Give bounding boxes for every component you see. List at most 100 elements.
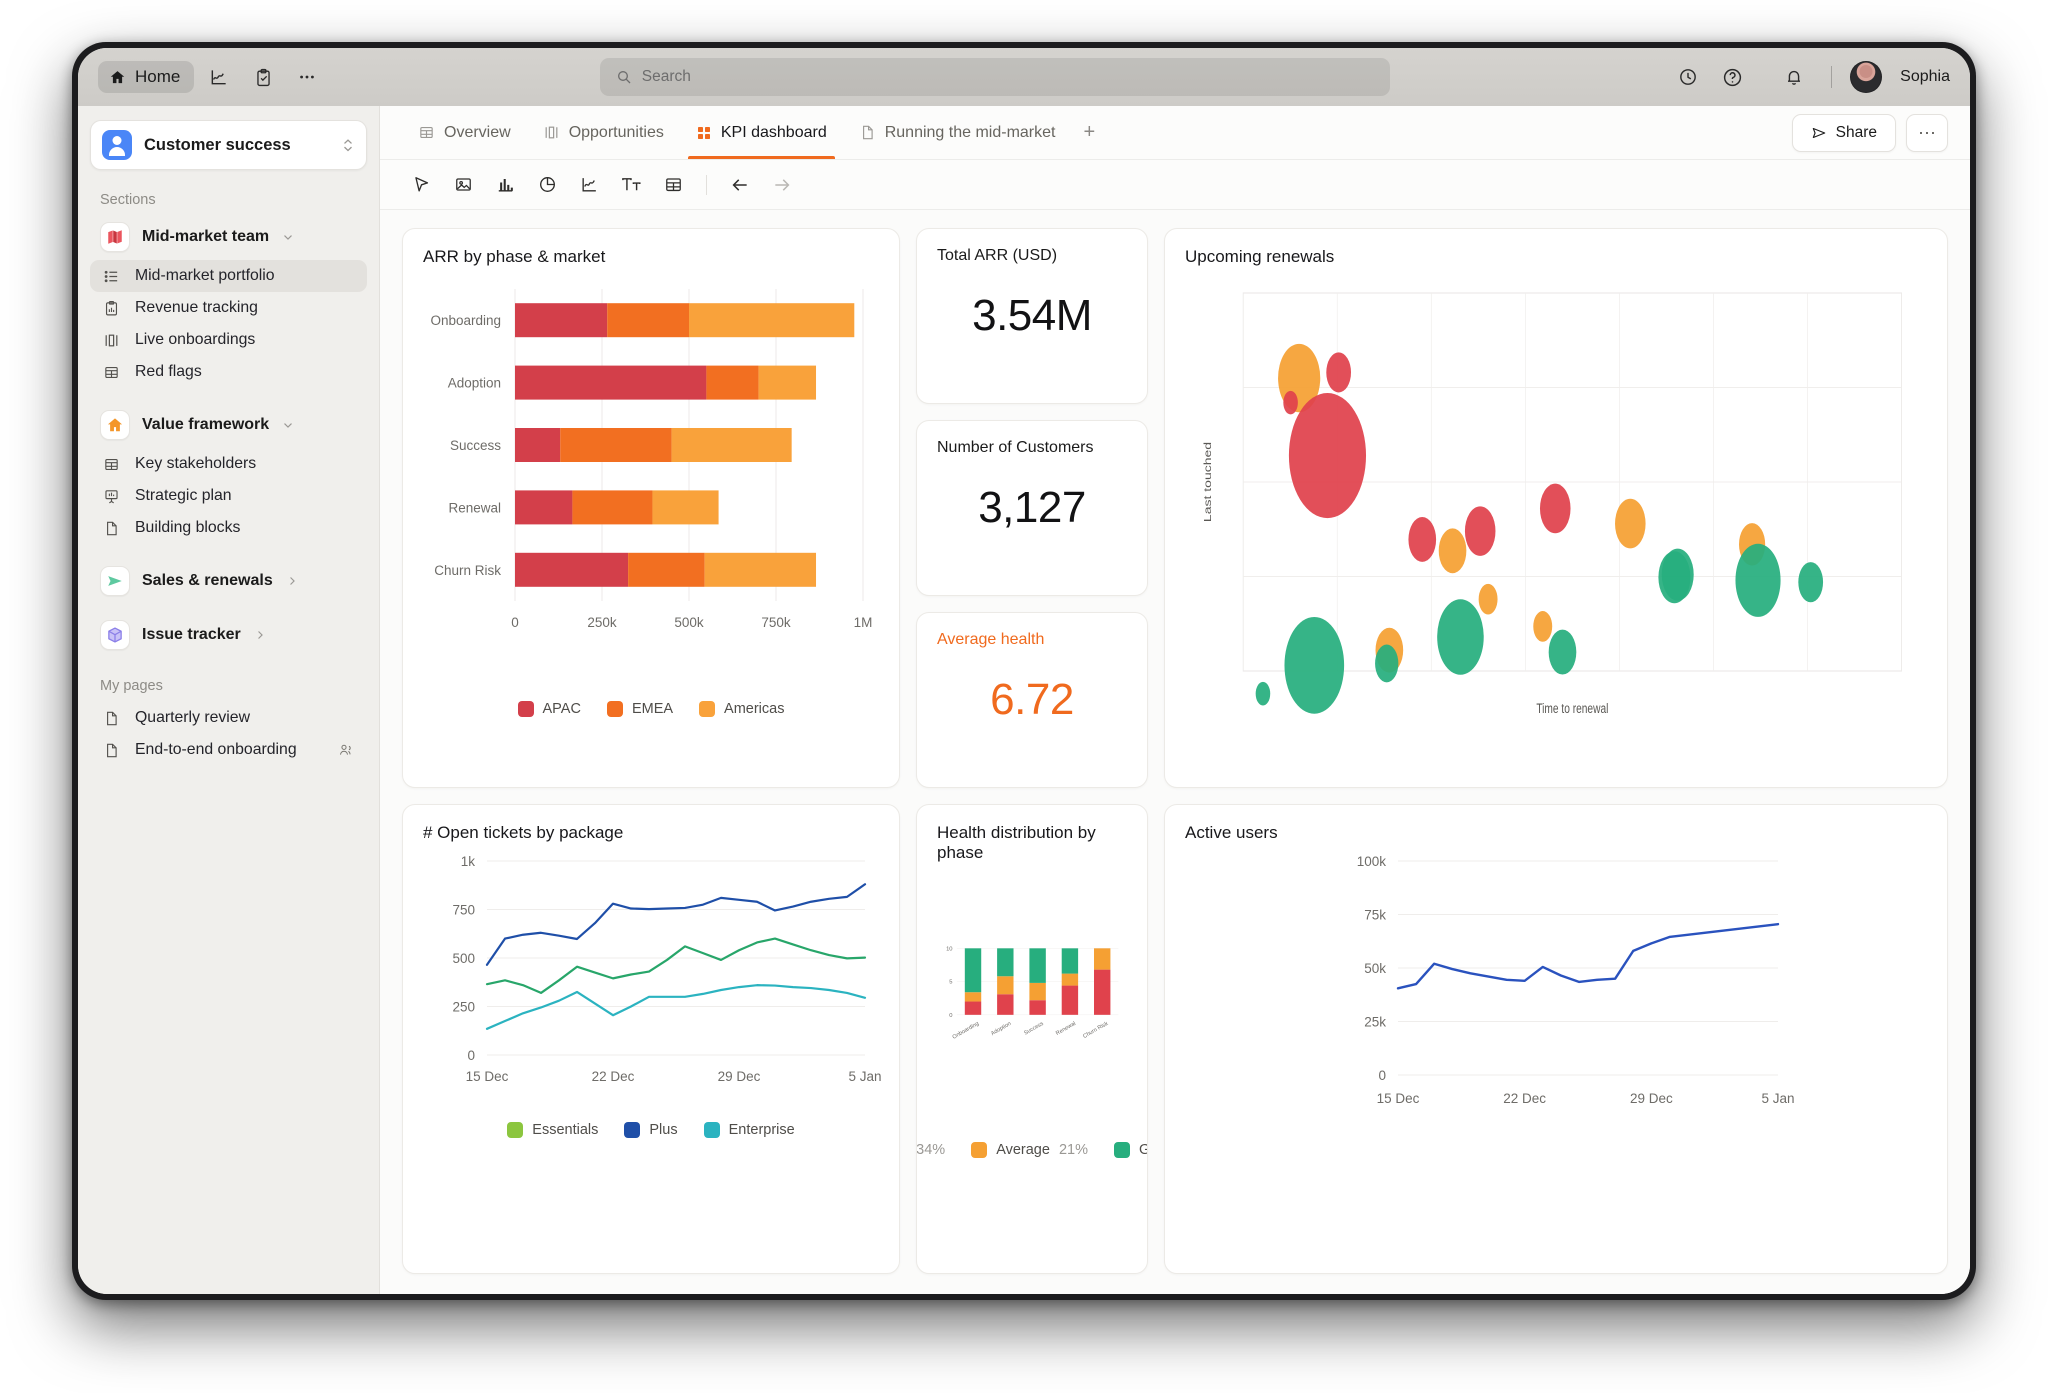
sidebar-group-issue-tracker[interactable]: Issue tracker [90,614,367,656]
image-icon[interactable] [444,168,482,202]
legend-item[interactable]: Americas [699,701,784,717]
search-input[interactable]: Search [599,58,1390,96]
add-tab-button[interactable]: + [1071,121,1107,144]
chevron-down-icon[interactable] [281,418,295,432]
table-icon[interactable] [654,168,692,202]
tab-label: Opportunities [568,123,664,141]
sidebar-item-mid-market-portfolio[interactable]: Mid-market portfolio [90,260,367,292]
sidebar-item-building-blocks[interactable]: Building blocks [90,512,367,544]
card-health-distribution-by-phase[interactable]: Health distribution by phase 0 5 10 Onboard… [916,804,1148,1274]
sidebar-item-red-flags[interactable]: Red flags [90,356,367,388]
pie-chart-icon[interactable] [528,168,566,202]
tab-label: Running the mid-market [884,123,1056,141]
line-chart-icon[interactable] [570,168,608,202]
svg-text:5 Jan: 5 Jan [848,1069,881,1084]
my-pages-label: My pages [100,678,163,694]
sidebar-group-label: Sales & renewals [142,572,273,589]
card-arr-by-phase-market[interactable]: ARR by phase & market Onboarding Adoption… [402,228,900,788]
svg-text:5: 5 [949,980,952,986]
chevron-right-icon[interactable] [253,628,267,642]
table-icon [100,364,122,381]
sidebar-item-end-to-end-onboarding[interactable]: End-to-end onboarding [90,734,367,766]
kpi-card-number-of-customers[interactable]: Number of Customers 3,127 [916,420,1148,596]
sidebar-item-live-onboardings[interactable]: Live onboardings [90,324,367,356]
send-icon [1811,125,1827,141]
card-title: Health distribution by phase [937,823,1096,862]
chevron-right-icon[interactable] [285,574,299,588]
kpi-value: 3,127 [978,483,1086,532]
tab-overview[interactable]: Overview [402,106,527,159]
sidebar-item-quarterly-review[interactable]: Quarterly review [90,702,367,734]
workspace-name: Customer success [144,135,291,154]
share-button[interactable]: Share [1791,113,1896,152]
help-icon[interactable] [1713,60,1751,94]
toolbar-divider [706,174,707,195]
legend-swatch-emea [606,701,623,717]
home-icon [100,410,130,440]
bell-icon[interactable] [1775,60,1813,94]
legend-item[interactable]: Good 45% [1113,1142,1147,1158]
chevron-updown-icon [341,136,355,154]
chart-icon[interactable] [200,60,238,94]
sidebar-group-value-framework[interactable]: Value framework [90,404,367,446]
send-icon [100,566,130,596]
svg-text:15 Dec: 15 Dec [1377,1091,1420,1106]
card-active-users[interactable]: Active users 0 25k 50k 75k 100k 15 Dec 22 Dec 2… [1164,804,1948,1274]
more-icon[interactable] [288,60,326,94]
svg-text:0: 0 [467,1048,475,1063]
tickets-legend: Essentials Plus Enterprise [423,1122,879,1138]
kpi-card-average-health[interactable]: Average health 6.72 [916,612,1148,788]
legend-item[interactable]: Essentials [507,1122,598,1138]
avatar[interactable] [1850,61,1883,93]
sidebar-item-revenue-tracking[interactable]: Revenue tracking [90,292,367,324]
kpi-label: Average health [937,631,1045,648]
sidebar-group-mid-market-team[interactable]: Mid-market team [90,216,367,258]
more-options-button[interactable]: ··· [1906,113,1948,152]
main-panel: Overview Opportunities KPI dashboard Run… [380,106,1970,1294]
svg-text:Adoption: Adoption [990,1021,1012,1037]
legend-item[interactable]: APAC [517,701,581,717]
legend-item[interactable]: EMEA [606,701,674,717]
sidebar-item-strategic-plan[interactable]: Strategic plan [90,480,367,512]
workspace-switcher[interactable]: Customer success [90,120,367,170]
svg-text:29 Dec: 29 Dec [1630,1091,1673,1106]
search-placeholder: Search [641,68,691,85]
columns-icon [100,332,122,349]
sidebar-item-key-stakeholders[interactable]: Key stakeholders [90,448,367,480]
legend-label: Plus [649,1122,678,1138]
kpi-card-total-arr[interactable]: Total ARR (USD) 3.54M [916,228,1148,404]
tab-opportunities[interactable]: Opportunities [527,106,680,159]
sidebar-group-sales-renewals[interactable]: Sales & renewals [90,560,367,602]
map-icon [100,222,130,252]
undo-icon[interactable] [721,168,759,202]
history-icon[interactable] [1669,60,1707,94]
svg-text:Success: Success [1023,1021,1045,1037]
svg-text:1k: 1k [461,854,476,869]
tab-label: KPI dashboard [720,123,827,141]
svg-text:750k: 750k [761,615,791,630]
legend-item[interactable]: Enterprise [703,1122,795,1138]
home-button[interactable]: Home [98,61,195,93]
sidebar-item-label: End-to-end onboarding [135,741,297,758]
legend-item[interactable]: Average 21% [971,1142,1088,1158]
legend-label: EMEA [631,701,674,717]
bar-chart-icon[interactable] [486,168,524,202]
legend-item[interactable]: Poor 34% [917,1142,945,1158]
sections-label: Sections [100,192,156,208]
pointer-icon[interactable] [402,168,440,202]
sidebar-item-label: Quarterly review [135,709,250,726]
tab-running-the-mid-market[interactable]: Running the mid-market [843,106,1072,159]
document-icon [100,520,122,537]
clipboard-icon[interactable] [244,60,282,94]
card-open-tickets-by-package[interactable]: # Open tickets by package 0 250 500 750 1k 15… [402,804,900,1274]
text-icon[interactable] [612,168,650,202]
svg-text:750: 750 [452,903,475,918]
legend-item[interactable]: Plus [624,1122,678,1138]
redo-icon[interactable] [763,168,801,202]
card-upcoming-renewals[interactable]: Upcoming renewals Last touched Time to re… [1164,228,1948,788]
svg-text:Last touched: Last touched [1202,442,1214,522]
tab-kpi-dashboard[interactable]: KPI dashboard [680,106,843,159]
presentation-icon [100,488,122,505]
chevron-down-icon[interactable] [281,230,295,244]
sidebar-item-label: Live onboardings [135,331,256,348]
